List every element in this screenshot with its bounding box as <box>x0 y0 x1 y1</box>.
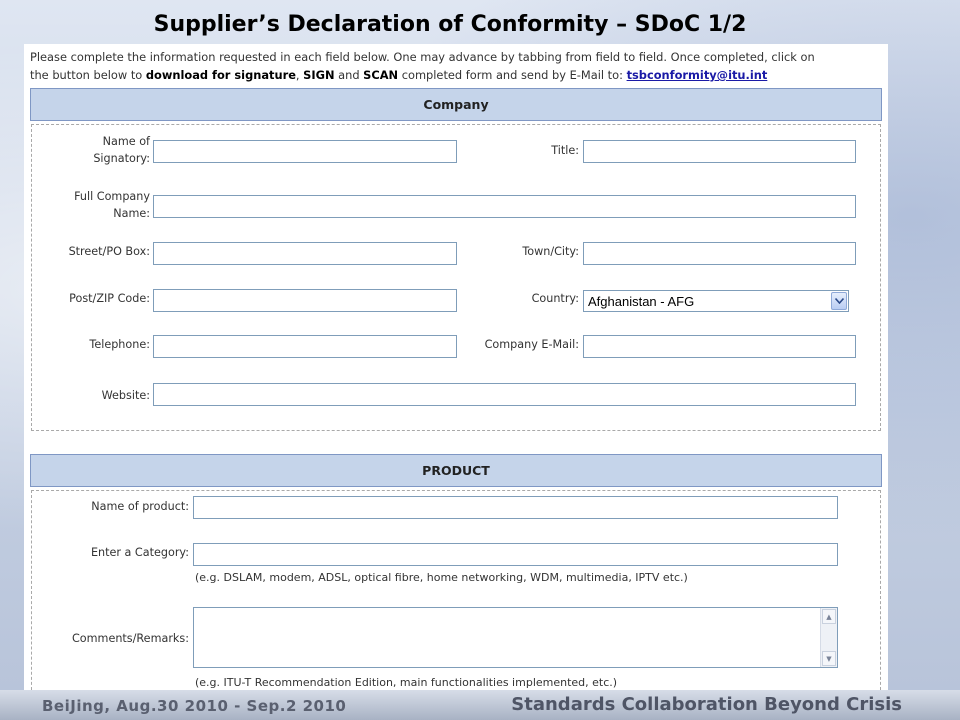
company-section-header: Company <box>30 88 882 121</box>
slide-title: Supplier’s Declaration of Conformity – S… <box>153 12 747 37</box>
company-email-input[interactable] <box>583 335 856 358</box>
country-label: Country: <box>531 292 579 305</box>
telephone-label: Telephone: <box>89 338 150 351</box>
company-section: Name of Signatory: Title: Full Company Nam… <box>31 124 881 431</box>
instructions-text: completed form and send by E-Mail to: <box>398 68 627 82</box>
instructions-download: download for signature <box>145 68 296 82</box>
signatory-label: Name of Signatory: <box>93 135 150 165</box>
product-section-header: PRODUCT <box>30 454 882 487</box>
zip-input[interactable] <box>153 289 457 312</box>
company-name-label: Full Company Name: <box>74 190 150 220</box>
form-panel: Please complete the information requeste… <box>24 44 888 695</box>
category-hint: (e.g. DSLAM, modem, ADSL, optical fibre,… <box>195 571 688 584</box>
telephone-input[interactable] <box>153 335 457 358</box>
product-name-label: Name of product: <box>91 500 189 513</box>
footer-slogan: Standards Collaboration Beyond Crisis <box>511 694 902 715</box>
website-input[interactable] <box>153 383 856 406</box>
instructions-text: the button below to <box>30 68 146 82</box>
category-input[interactable] <box>193 543 838 566</box>
country-select-value: Afghanistan - AFG <box>588 293 695 309</box>
instructions-text: and <box>334 68 364 82</box>
zip-label: Post/ZIP Code: <box>69 292 150 305</box>
signatory-name-input[interactable] <box>153 140 457 163</box>
scroll-up-icon[interactable]: ▲ <box>822 609 836 624</box>
comments-hint: (e.g. ITU-T Recommendation Edition, main… <box>195 676 618 689</box>
town-input[interactable] <box>583 242 856 265</box>
footer-event-dates: BeiJing, Aug.30 2010 - Sep.2 2010 <box>42 697 347 715</box>
title-input[interactable] <box>583 140 856 163</box>
instructions-line-1: Please complete the information requeste… <box>30 50 815 64</box>
street-label: Street/PO Box: <box>68 245 150 258</box>
product-name-input[interactable] <box>193 496 838 519</box>
street-input[interactable] <box>153 242 457 265</box>
email-link[interactable]: tsbconformity@itu.int <box>627 68 768 82</box>
category-label: Enter a Category: <box>90 546 189 559</box>
product-section: Name of product: Enter a Category: (e.g.… <box>31 490 881 695</box>
comments-scrollbar[interactable]: ▲ ▼ <box>820 608 837 667</box>
comments-textarea[interactable]: ▲ ▼ <box>193 607 838 668</box>
chevron-down-icon[interactable] <box>831 292 847 310</box>
comments-label: Comments/Remarks: <box>72 632 189 645</box>
website-label: Website: <box>101 389 150 402</box>
scroll-down-icon[interactable]: ▼ <box>822 651 836 666</box>
title-label: Title: <box>551 144 579 157</box>
country-select[interactable]: Afghanistan - AFG <box>583 290 849 312</box>
instructions-sign: SIGN <box>303 68 335 82</box>
form-instructions: Please complete the information requeste… <box>30 48 880 84</box>
instructions-scan: SCAN <box>363 68 399 82</box>
town-label: Town/City: <box>522 245 579 258</box>
company-email-label: Company E-Mail: <box>484 338 579 351</box>
company-name-input[interactable] <box>153 195 856 218</box>
